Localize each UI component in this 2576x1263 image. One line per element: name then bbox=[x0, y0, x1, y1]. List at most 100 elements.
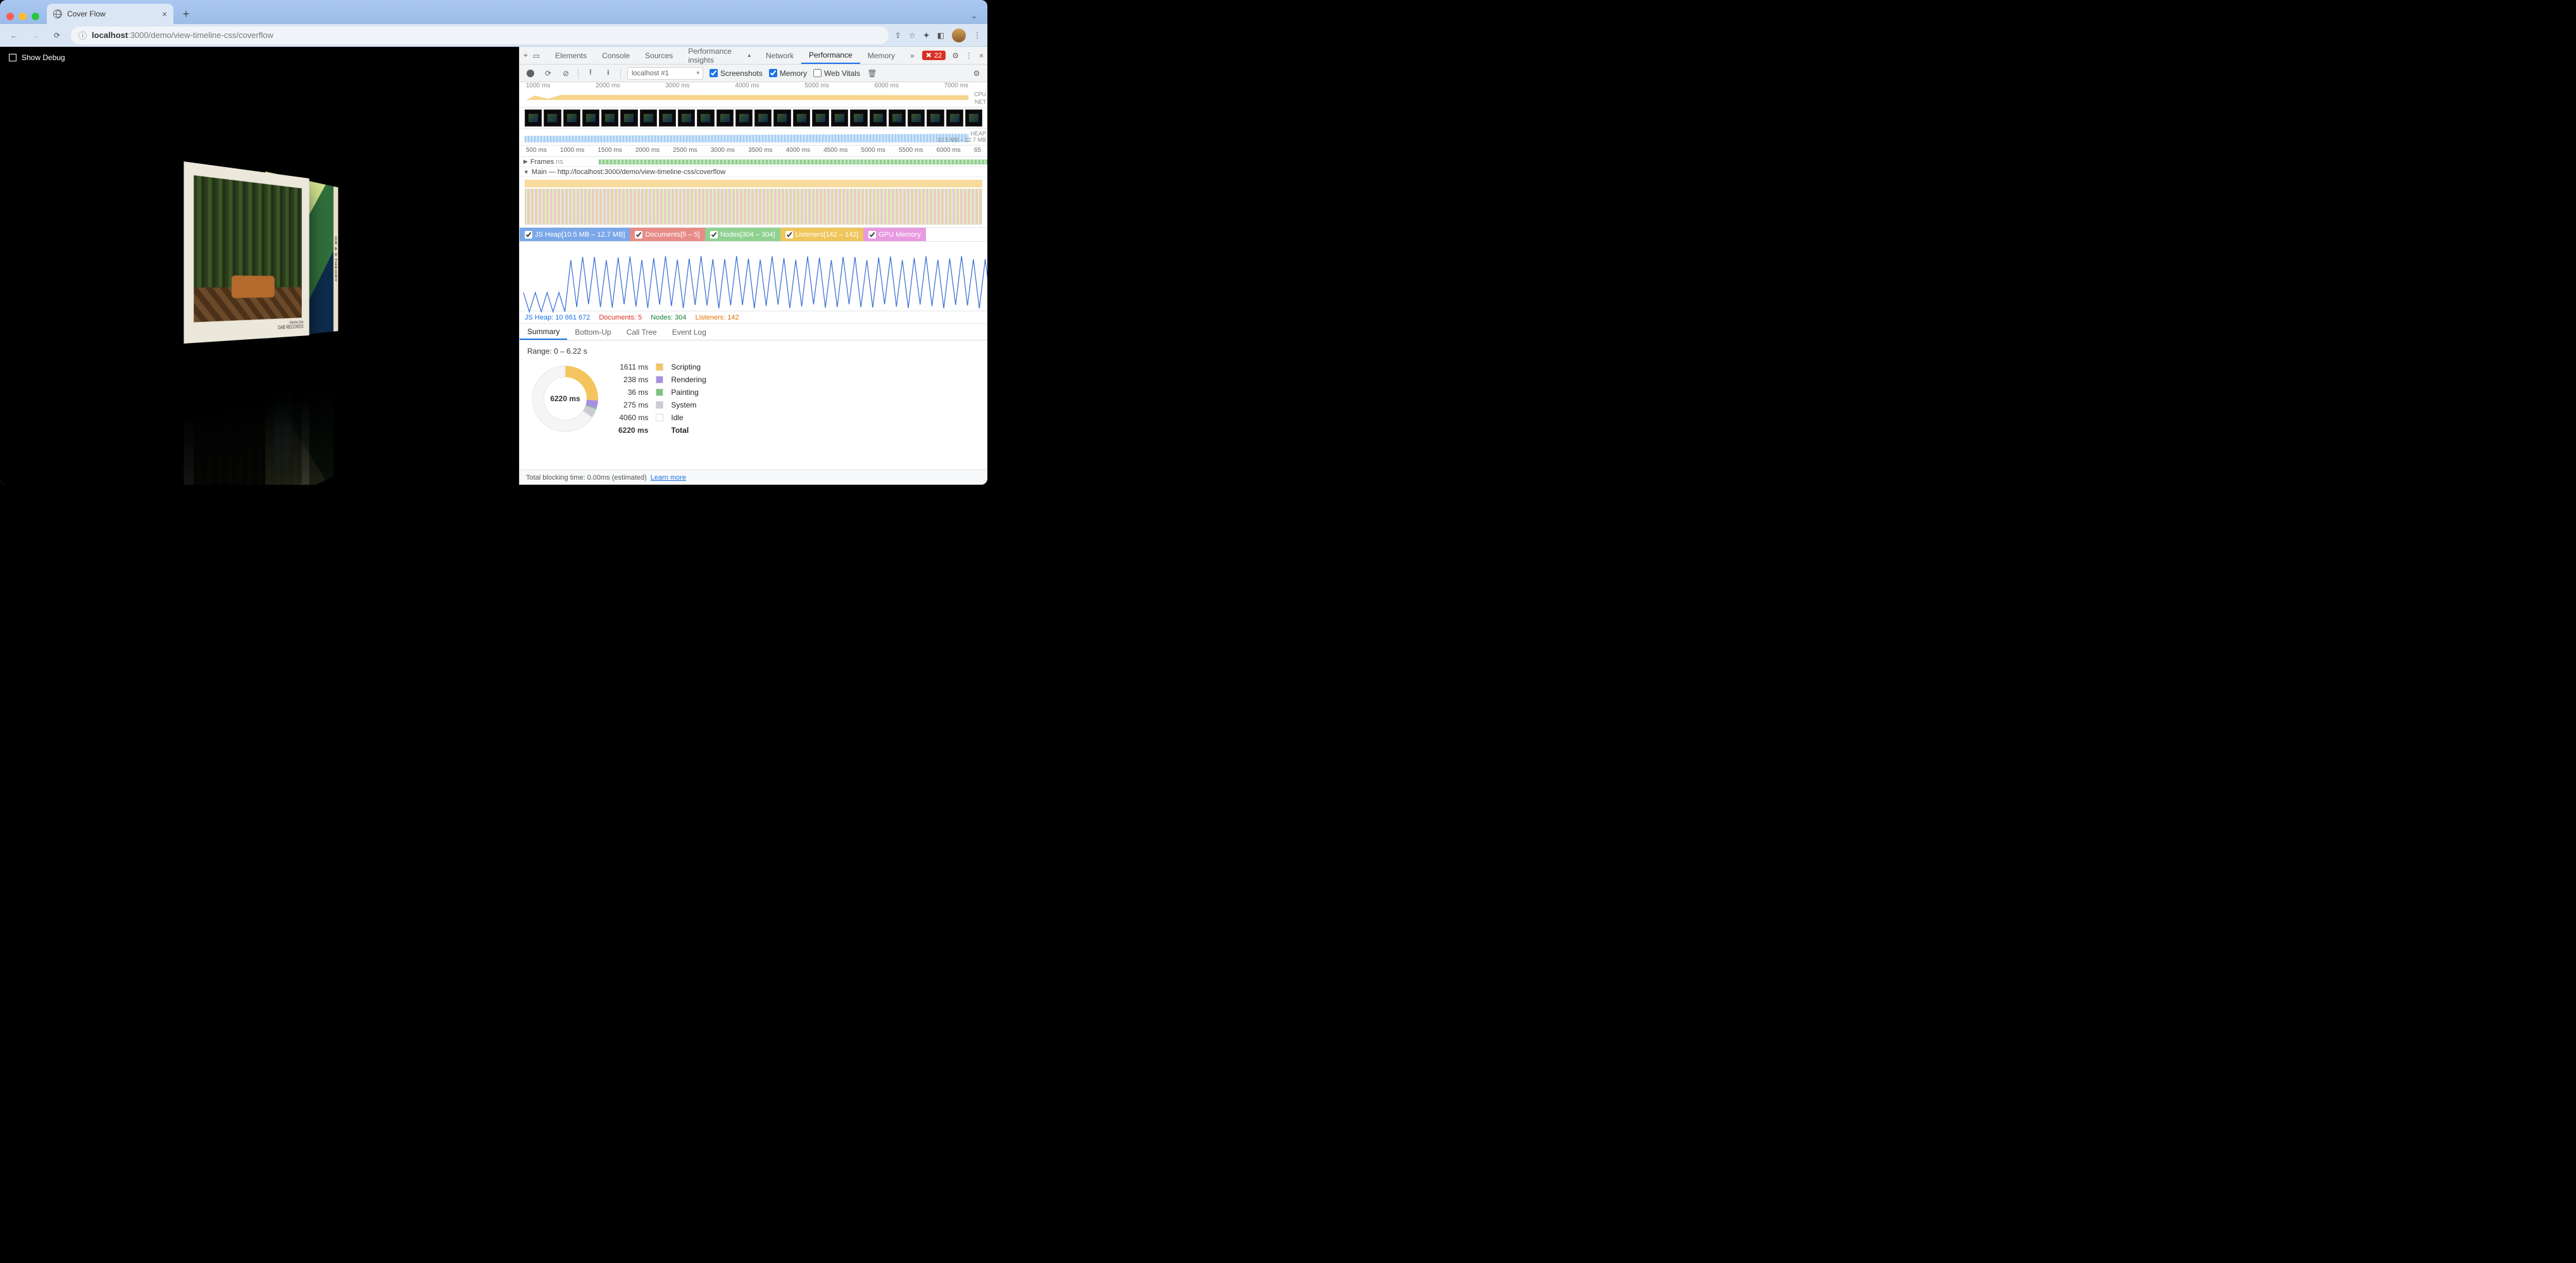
subtab-calltree[interactable]: Call Tree bbox=[619, 324, 665, 340]
cover-item[interactable]: Volume One DAB RECORDS bbox=[184, 161, 309, 344]
new-tab-button[interactable]: + bbox=[177, 5, 195, 23]
filmstrip-thumb[interactable] bbox=[716, 109, 734, 127]
close-window-button[interactable] bbox=[6, 13, 14, 20]
load-profile-button[interactable]: ⭱ bbox=[585, 68, 596, 79]
checkbox-icon[interactable] bbox=[9, 54, 16, 61]
show-debug-toggle[interactable]: Show Debug bbox=[9, 53, 65, 62]
minimize-window-button[interactable] bbox=[19, 13, 27, 20]
filmstrip-thumb[interactable] bbox=[773, 109, 791, 127]
filmstrip-thumb[interactable] bbox=[812, 109, 829, 127]
browser-tab[interactable]: Cover Flow × bbox=[47, 4, 173, 24]
detail-ruler[interactable]: 500 ms1000 ms1500 ms2000 ms2500 ms3000 m… bbox=[520, 146, 987, 157]
filmstrip-thumb[interactable] bbox=[697, 109, 714, 127]
url-input[interactable]: ⓘ localhost:3000/demo/view-timeline-css/… bbox=[71, 27, 889, 44]
tab-performance[interactable]: Performance bbox=[801, 47, 860, 64]
tab-performance-insights[interactable]: Performance insights bbox=[680, 47, 758, 64]
page-viewport[interactable]: Show Debug OR & 9 THEORY bbox=[0, 47, 519, 485]
filmstrip-thumb[interactable] bbox=[831, 109, 848, 127]
capture-settings-icon[interactable]: ⚙ bbox=[971, 68, 982, 79]
filmstrip-thumb[interactable] bbox=[620, 109, 637, 127]
heap-label: HEAP bbox=[937, 130, 986, 137]
profile-avatar[interactable] bbox=[952, 28, 966, 42]
counter-gpu[interactable]: GPU Memory bbox=[863, 228, 926, 241]
filmstrip-thumb[interactable] bbox=[946, 109, 963, 127]
memory-toggle[interactable]: Memory bbox=[769, 69, 807, 78]
filmstrip-thumb[interactable] bbox=[965, 109, 982, 127]
browser-window: Cover Flow × + ⌄ ← → ⟳ ⓘ localhost:3000/… bbox=[0, 0, 987, 485]
error-badge[interactable]: ✖ 22 bbox=[922, 51, 946, 60]
filmstrip-thumb[interactable] bbox=[544, 109, 561, 127]
memory-chart[interactable] bbox=[520, 242, 987, 311]
reload-button[interactable]: ⟳ bbox=[49, 28, 65, 43]
clear-button[interactable]: ⊘ bbox=[560, 68, 572, 79]
stat-docs: Documents: 5 bbox=[599, 314, 642, 321]
overview-timeline[interactable]: 1000 ms2000 ms3000 ms4000 ms5000 ms6000 … bbox=[520, 82, 987, 108]
filmstrip-thumb[interactable] bbox=[754, 109, 772, 127]
site-info-icon[interactable]: ⓘ bbox=[78, 29, 87, 41]
more-icon[interactable]: ⋮ bbox=[965, 51, 973, 60]
settings-icon[interactable]: ⚙ bbox=[952, 51, 959, 60]
tab-memory[interactable]: Memory bbox=[860, 47, 903, 64]
side-panel-icon[interactable]: ◧ bbox=[937, 31, 944, 40]
tab-console[interactable]: Console bbox=[594, 47, 637, 64]
frames-track-header[interactable]: ▶Frames ns bbox=[520, 157, 987, 167]
screenshot-filmstrip[interactable] bbox=[520, 108, 987, 129]
subtab-bottomup[interactable]: Bottom-Up bbox=[567, 324, 618, 340]
reload-record-button[interactable]: ⟳ bbox=[542, 68, 554, 79]
filmstrip-thumb[interactable] bbox=[659, 109, 676, 127]
inspect-element-icon[interactable]: ⌖ bbox=[523, 51, 528, 60]
filmstrip-thumb[interactable] bbox=[735, 109, 753, 127]
menu-icon[interactable]: ⋮ bbox=[973, 31, 981, 40]
tab-sources[interactable]: Sources bbox=[637, 47, 680, 64]
bookmark-icon[interactable]: ☆ bbox=[909, 31, 916, 40]
subtab-eventlog[interactable]: Event Log bbox=[665, 324, 714, 340]
coverflow[interactable]: OR & 9 THEORY Volume One DAB RECORDS bbox=[25, 167, 519, 459]
record-button[interactable] bbox=[525, 68, 536, 79]
filmstrip-thumb[interactable] bbox=[678, 109, 695, 127]
counter-listeners[interactable]: Listeners[142 – 142] bbox=[780, 228, 864, 241]
screenshots-toggle[interactable]: Screenshots bbox=[710, 69, 763, 78]
back-button[interactable]: ← bbox=[6, 28, 22, 43]
filmstrip-thumb[interactable] bbox=[927, 109, 944, 127]
close-devtools-icon[interactable]: × bbox=[979, 51, 984, 60]
tabs-dropdown-button[interactable]: ⌄ bbox=[971, 11, 977, 20]
tab-overflow[interactable]: » bbox=[903, 47, 922, 64]
filmstrip-thumb[interactable] bbox=[889, 109, 906, 127]
gc-button[interactable]: 🗑 bbox=[866, 68, 878, 79]
forward-button[interactable]: → bbox=[28, 28, 43, 43]
subtab-summary[interactable]: Summary bbox=[520, 324, 567, 340]
filmstrip-thumb[interactable] bbox=[563, 109, 580, 127]
maximize-window-button[interactable] bbox=[32, 13, 39, 20]
counter-gpu-label: GPU Memory bbox=[878, 231, 921, 239]
webvitals-toggle[interactable]: Web Vitals bbox=[813, 69, 860, 78]
learn-more-link[interactable]: Learn more bbox=[651, 474, 686, 482]
counter-docs[interactable]: Documents[5 – 5] bbox=[630, 228, 704, 241]
stat-nodes: Nodes: 304 bbox=[651, 314, 686, 321]
filmstrip-thumb[interactable] bbox=[908, 109, 925, 127]
counter-nodes[interactable]: Nodes[304 – 304] bbox=[705, 228, 780, 241]
counter-heap[interactable]: JS Heap[10.5 MB – 12.7 MB] bbox=[520, 228, 630, 241]
url-port: :3000 bbox=[128, 30, 149, 40]
heap-overview[interactable]: HEAP10.5 MB – 12.7 MB bbox=[520, 129, 987, 146]
filmstrip-thumb[interactable] bbox=[601, 109, 618, 127]
extensions-icon[interactable]: ✦ bbox=[923, 31, 930, 40]
legend-total-label: Total bbox=[671, 426, 706, 435]
main-flame-chart[interactable] bbox=[520, 177, 987, 228]
device-toggle-icon[interactable]: ▭ bbox=[533, 51, 540, 60]
filmstrip-thumb[interactable] bbox=[582, 109, 599, 127]
share-icon[interactable]: ⇪ bbox=[895, 31, 901, 40]
main-track-header[interactable]: ▼Main — http://localhost:3000/demo/view-… bbox=[520, 167, 987, 177]
ruler-tick: 6000 ms bbox=[874, 82, 898, 91]
context-select[interactable]: localhost #1 bbox=[627, 67, 703, 80]
album-label: DAB RECORDS bbox=[278, 325, 303, 332]
filmstrip-thumb[interactable] bbox=[525, 109, 542, 127]
filmstrip-thumb[interactable] bbox=[640, 109, 657, 127]
filmstrip-thumb[interactable] bbox=[793, 109, 810, 127]
tab-elements[interactable]: Elements bbox=[547, 47, 594, 64]
filmstrip-thumb[interactable] bbox=[870, 109, 887, 127]
tab-network[interactable]: Network bbox=[758, 47, 801, 64]
url-host: localhost bbox=[92, 30, 128, 40]
filmstrip-thumb[interactable] bbox=[850, 109, 867, 127]
save-profile-button[interactable]: ⭳ bbox=[603, 68, 614, 79]
close-tab-button[interactable]: × bbox=[162, 9, 167, 19]
